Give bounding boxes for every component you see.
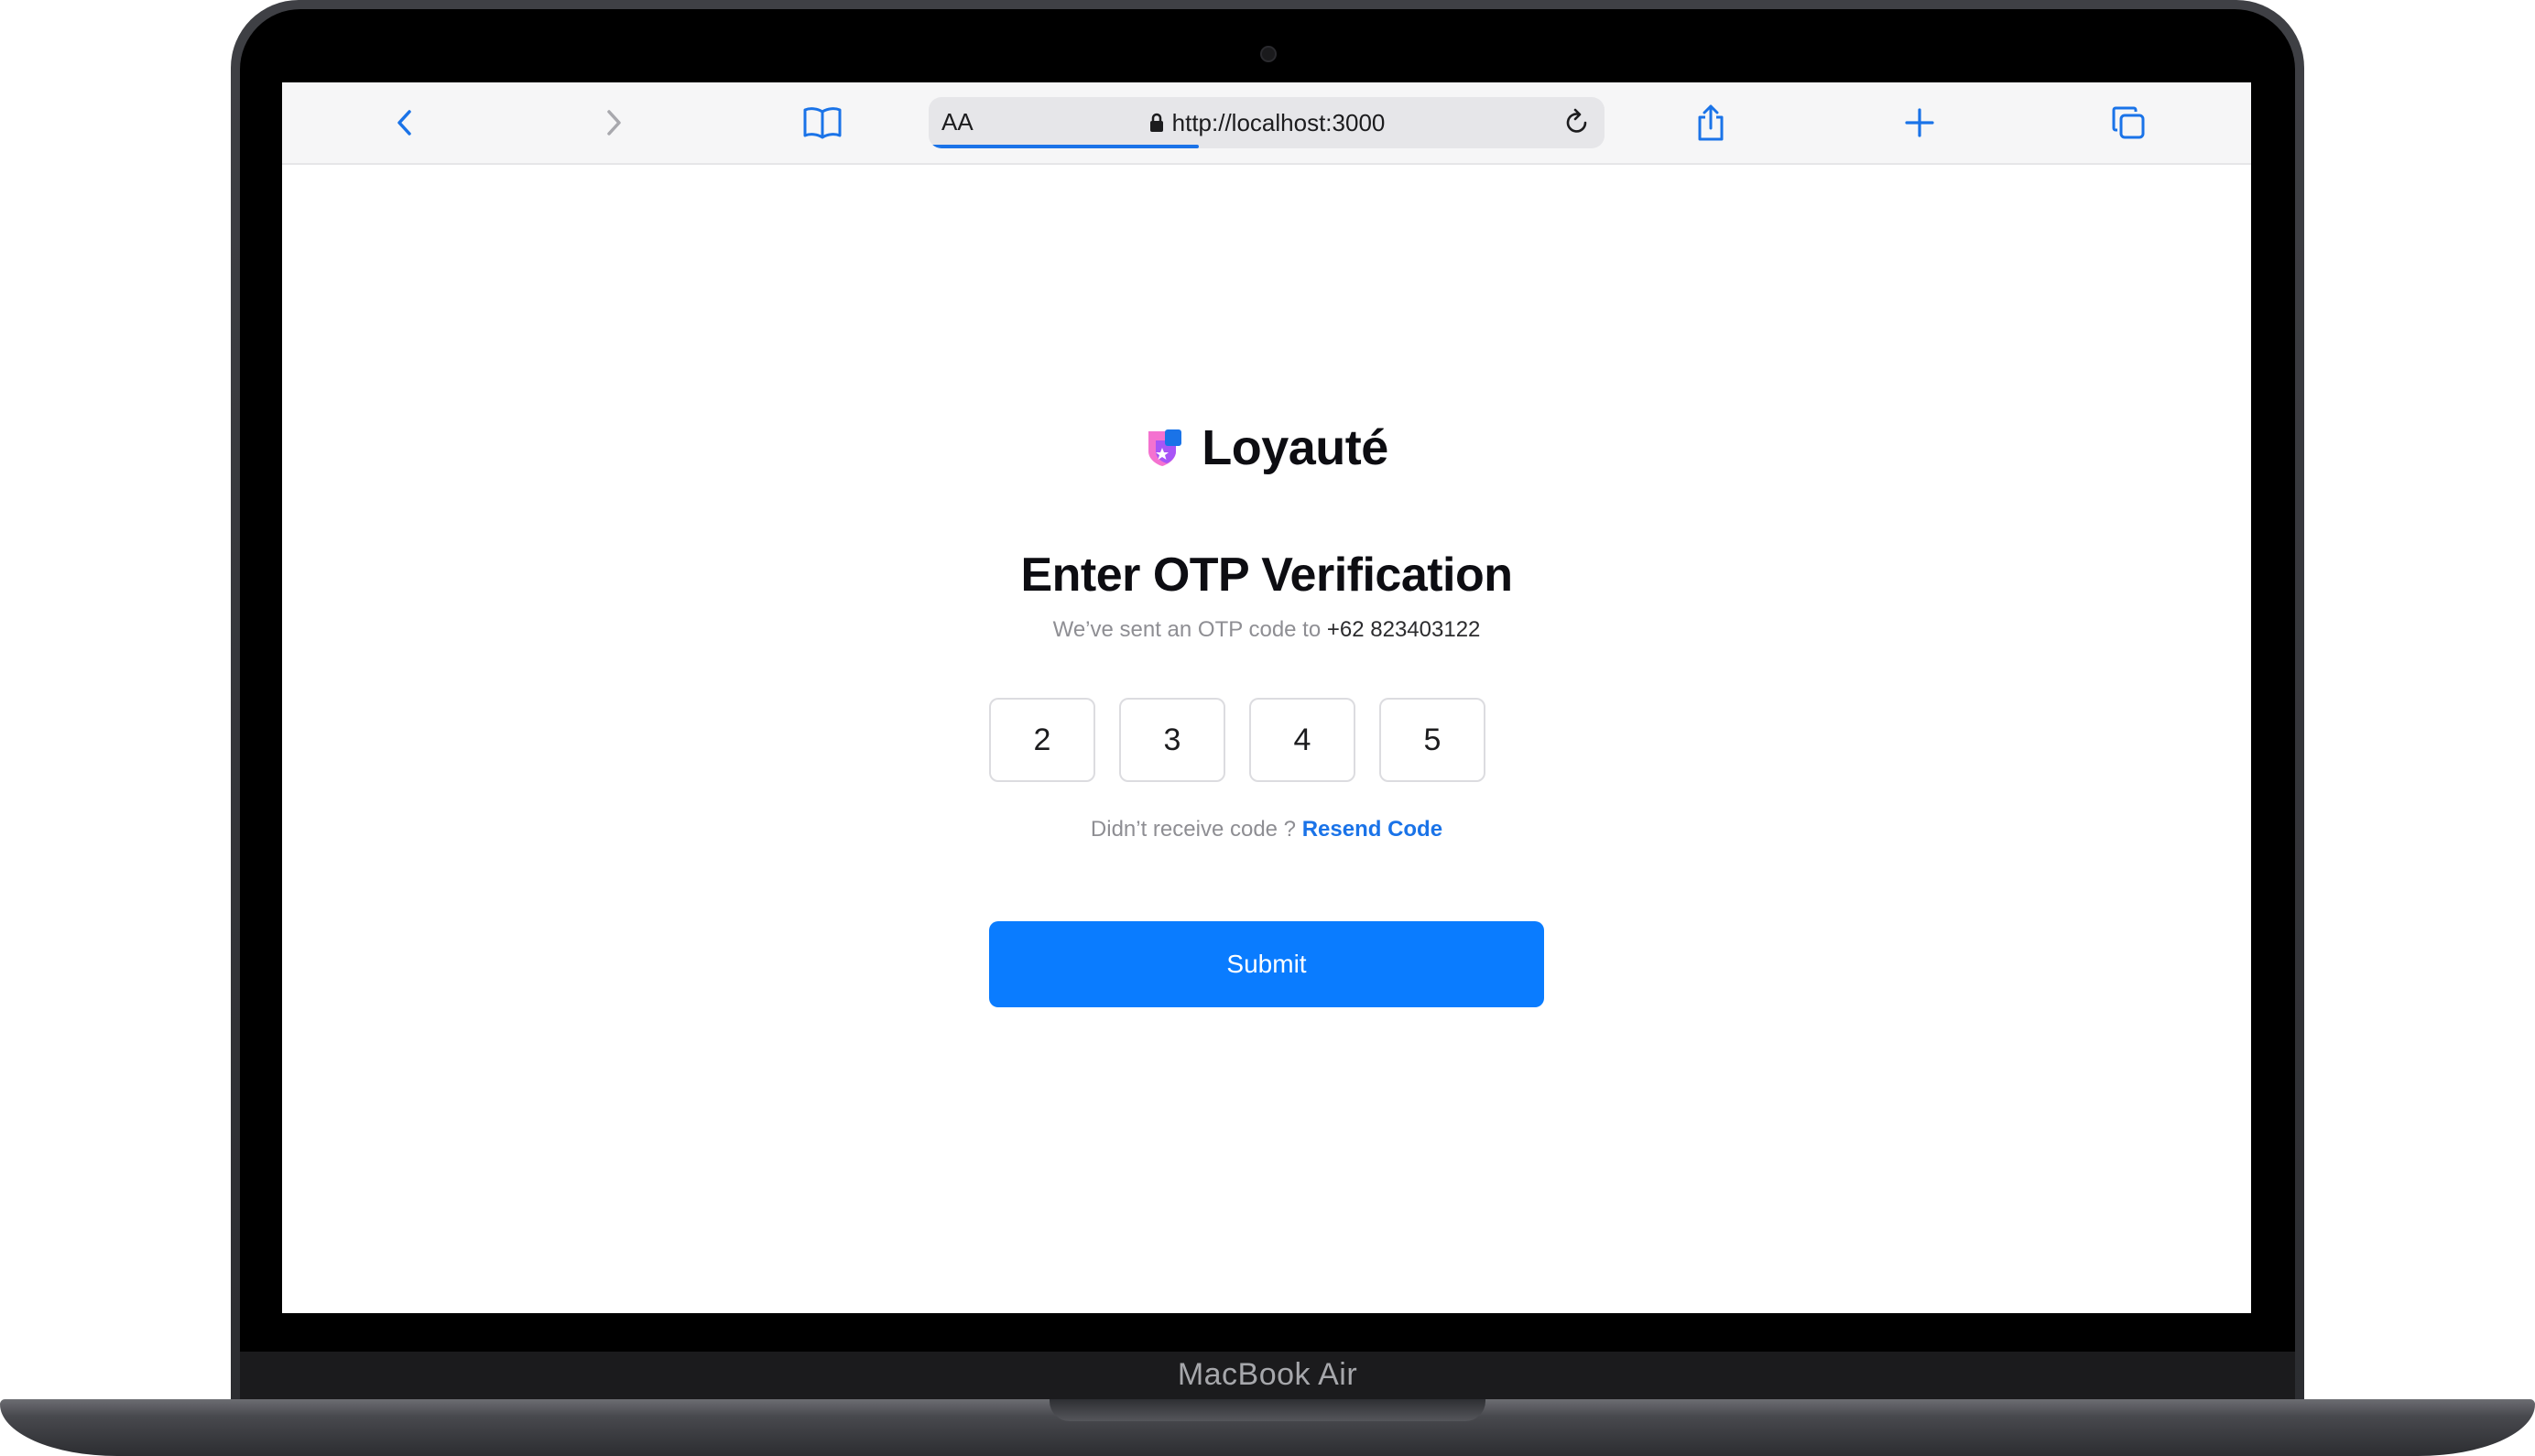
phone-number: +62 823403122 — [1326, 617, 1481, 642]
back-button[interactable] — [381, 99, 429, 147]
url-text: http://localhost:3000 — [1171, 108, 1386, 136]
plus-icon — [1905, 108, 1934, 137]
otp-digit-2[interactable] — [1119, 698, 1225, 782]
loyaute-logo-icon — [1148, 429, 1182, 466]
brand-name: Loyauté — [1202, 420, 1388, 475]
otp-digit-1[interactable] — [989, 698, 1095, 782]
forward-button[interactable] — [590, 99, 637, 147]
new-tab-button[interactable] — [1896, 99, 1943, 147]
brand-header: Loyauté — [282, 419, 2251, 476]
browser-window: AA http://localhost:3000 Loyauté Enter O… — [282, 82, 2251, 1313]
chevron-left-icon — [397, 110, 411, 136]
resend-row: Didn’t receive code ? Resend Code — [282, 817, 2251, 842]
address-bar[interactable]: AA http://localhost:3000 — [929, 97, 1605, 148]
book-icon — [803, 107, 842, 139]
laptop-hinge-notch — [1050, 1399, 1485, 1421]
submit-button[interactable]: Submit — [989, 921, 1544, 1007]
otp-sent-prefix: We’ve sent an OTP code to — [1052, 617, 1322, 642]
lock-icon — [1149, 113, 1163, 132]
share-icon — [1698, 104, 1724, 141]
camera-icon — [1260, 46, 1277, 62]
page-title: Enter OTP Verification — [1020, 549, 1513, 602]
otp-digit-3[interactable] — [1249, 698, 1355, 782]
resend-code-link[interactable]: Resend Code — [1302, 817, 1442, 842]
share-button[interactable] — [1687, 99, 1735, 147]
tabs-icon — [2112, 106, 2145, 139]
chevron-right-icon — [607, 110, 621, 136]
otp-digit-4[interactable] — [1379, 698, 1485, 782]
url-container: http://localhost:3000 — [929, 97, 1605, 148]
otp-input-group — [989, 698, 1502, 786]
reload-icon — [1566, 108, 1587, 133]
browser-toolbar: AA http://localhost:3000 — [282, 82, 2251, 165]
reload-button[interactable] — [1559, 104, 1595, 141]
otp-sent-message: We’ve sent an OTP code to +62 823403122 — [282, 617, 2251, 643]
page-load-progress — [929, 145, 1199, 148]
bookmarks-button[interactable] — [799, 99, 846, 147]
device-model-label: MacBook Air — [1177, 1357, 1358, 1392]
resend-prompt: Didn’t receive code ? — [1090, 817, 1297, 842]
tabs-overview-button[interactable] — [2105, 99, 2152, 147]
